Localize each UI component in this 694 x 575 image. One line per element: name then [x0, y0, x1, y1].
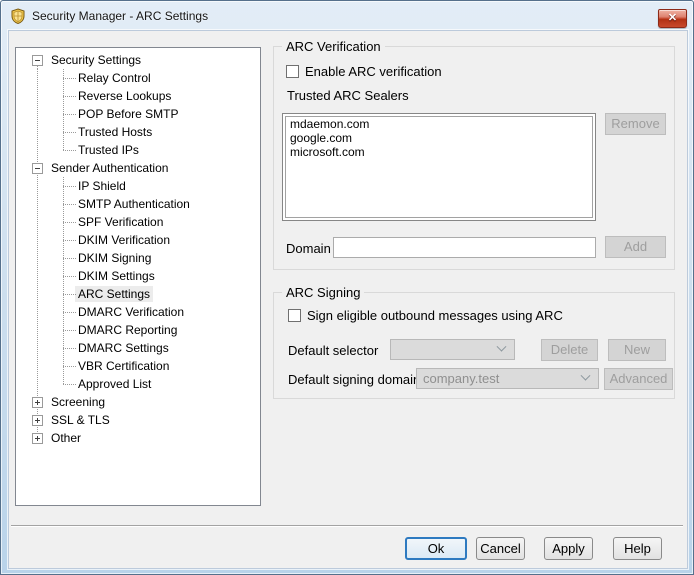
group-arc-verification: ARC Verification Enable ARC verification…: [273, 46, 675, 270]
tree-item-label: Relay Control: [75, 70, 154, 86]
footer-separator: [11, 525, 683, 527]
tree-item-arc-settings[interactable]: ARC Settings: [16, 285, 260, 303]
tree-item-label: DMARC Verification: [75, 304, 187, 320]
close-button[interactable]: ✕: [658, 9, 687, 28]
sign-outbound-arc-checkbox[interactable]: [288, 309, 301, 322]
tree-item-spf-verification[interactable]: SPF Verification: [16, 213, 260, 231]
add-button[interactable]: Add: [605, 236, 666, 258]
tree-item-label: Screening: [48, 394, 108, 410]
tree-item-trusted-hosts[interactable]: Trusted Hosts: [16, 123, 260, 141]
tree-item-label: ARC Settings: [75, 286, 153, 302]
tree-item-ssl-tls[interactable]: SSL & TLS: [16, 411, 260, 429]
close-icon: ✕: [668, 13, 677, 24]
default-signing-domain-value: company.test: [417, 371, 582, 386]
default-selector-label: Default selector: [288, 343, 378, 358]
minus-expander-icon[interactable]: [32, 163, 43, 174]
tree-item-label: SMTP Authentication: [75, 196, 193, 212]
tree-item-label: Trusted IPs: [75, 142, 142, 158]
tree-item-label: DKIM Settings: [75, 268, 158, 284]
chevron-down-icon: [581, 371, 591, 381]
tree-item-dkim-verification[interactable]: DKIM Verification: [16, 231, 260, 249]
tree-item-label: DKIM Verification: [75, 232, 173, 248]
tree-item-label: Trusted Hosts: [75, 124, 155, 140]
enable-arc-verification-label: Enable ARC verification: [305, 64, 442, 79]
security-shield-icon: [10, 8, 26, 24]
minus-expander-icon[interactable]: [32, 55, 43, 66]
tree-item-label: DMARC Reporting: [75, 322, 180, 338]
tree-item-label: SSL & TLS: [48, 412, 113, 428]
chevron-down-icon: [497, 342, 507, 352]
default-signing-domain-combobox[interactable]: company.test: [416, 368, 599, 389]
tree-item-label: VBR Certification: [75, 358, 172, 374]
help-button[interactable]: Help: [613, 537, 662, 560]
tree-item-label: IP Shield: [75, 178, 129, 194]
ok-button[interactable]: Ok: [405, 537, 467, 560]
group-arc-signing: ARC Signing Sign eligible outbound messa…: [273, 292, 675, 399]
tree-item-label: Security Settings: [48, 52, 144, 68]
tree-item-smtp-authentication[interactable]: SMTP Authentication: [16, 195, 260, 213]
cancel-button[interactable]: Cancel: [476, 537, 525, 560]
tree-item-other[interactable]: Other: [16, 429, 260, 447]
tree-item-security-settings[interactable]: Security Settings: [16, 51, 260, 69]
trusted-arc-sealers-label: Trusted ARC Sealers: [287, 88, 409, 103]
enable-arc-verification-checkbox[interactable]: [286, 65, 299, 78]
tree-item-pop-before-smtp[interactable]: POP Before SMTP: [16, 105, 260, 123]
sign-outbound-arc-label: Sign eligible outbound messages using AR…: [307, 308, 563, 323]
plus-expander-icon[interactable]: [32, 397, 43, 408]
list-item[interactable]: mdaemon.com: [286, 118, 592, 132]
security-manager-window: Security Manager - ARC Settings ✕ Securi…: [0, 0, 694, 575]
tree-item-trusted-ips[interactable]: Trusted IPs: [16, 141, 260, 159]
window-title: Security Manager - ARC Settings: [32, 9, 208, 23]
tree-item-label: SPF Verification: [75, 214, 166, 230]
tree-item-ip-shield[interactable]: IP Shield: [16, 177, 260, 195]
tree-item-dmarc-reporting[interactable]: DMARC Reporting: [16, 321, 260, 339]
plus-expander-icon[interactable]: [32, 415, 43, 426]
tree-item-label: DMARC Settings: [75, 340, 172, 356]
group-arc-verification-title: ARC Verification: [282, 39, 385, 54]
plus-expander-icon[interactable]: [32, 433, 43, 444]
tree-item-vbr-certification[interactable]: VBR Certification: [16, 357, 260, 375]
default-selector-combobox[interactable]: [390, 339, 515, 360]
tree-item-label: Other: [48, 430, 84, 446]
settings-tree[interactable]: Security Settings Relay Control Reverse Lo…: [15, 47, 261, 506]
tree-item-label: DKIM Signing: [75, 250, 154, 266]
tree-item-dkim-signing[interactable]: DKIM Signing: [16, 249, 260, 267]
domain-label: Domain: [286, 241, 331, 256]
list-item[interactable]: google.com: [286, 132, 592, 146]
new-button[interactable]: New: [608, 339, 666, 361]
apply-button[interactable]: Apply: [544, 537, 593, 560]
tree-item-dmarc-verification[interactable]: DMARC Verification: [16, 303, 260, 321]
delete-button[interactable]: Delete: [541, 339, 598, 361]
tree-item-label: Approved List: [75, 376, 154, 392]
trusted-arc-sealers-listbox[interactable]: mdaemon.comgoogle.commicrosoft.com: [282, 113, 596, 221]
list-item[interactable]: microsoft.com: [286, 146, 592, 160]
dialog-client-area: Security Settings Relay Control Reverse Lo…: [8, 30, 688, 569]
tree-item-screening[interactable]: Screening: [16, 393, 260, 411]
trusted-arc-sealers-list[interactable]: mdaemon.comgoogle.commicrosoft.com: [285, 116, 593, 218]
tree-item-sender-authentication[interactable]: Sender Authentication: [16, 159, 260, 177]
titlebar: Security Manager - ARC Settings: [1, 1, 693, 31]
domain-input[interactable]: [333, 237, 596, 258]
tree-item-dkim-settings[interactable]: DKIM Settings: [16, 267, 260, 285]
tree-item-dmarc-settings[interactable]: DMARC Settings: [16, 339, 260, 357]
tree-item-reverse-lookups[interactable]: Reverse Lookups: [16, 87, 260, 105]
tree-item-label: Sender Authentication: [48, 160, 171, 176]
tree-item-approved-list[interactable]: Approved List: [16, 375, 260, 393]
tree-item-label: POP Before SMTP: [75, 106, 181, 122]
advanced-button[interactable]: Advanced: [604, 368, 673, 390]
tree-item-relay-control[interactable]: Relay Control: [16, 69, 260, 87]
group-arc-signing-title: ARC Signing: [282, 285, 364, 300]
tree-item-label: Reverse Lookups: [75, 88, 174, 104]
remove-button[interactable]: Remove: [605, 113, 666, 135]
default-signing-domain-label: Default signing domain: [288, 372, 420, 387]
